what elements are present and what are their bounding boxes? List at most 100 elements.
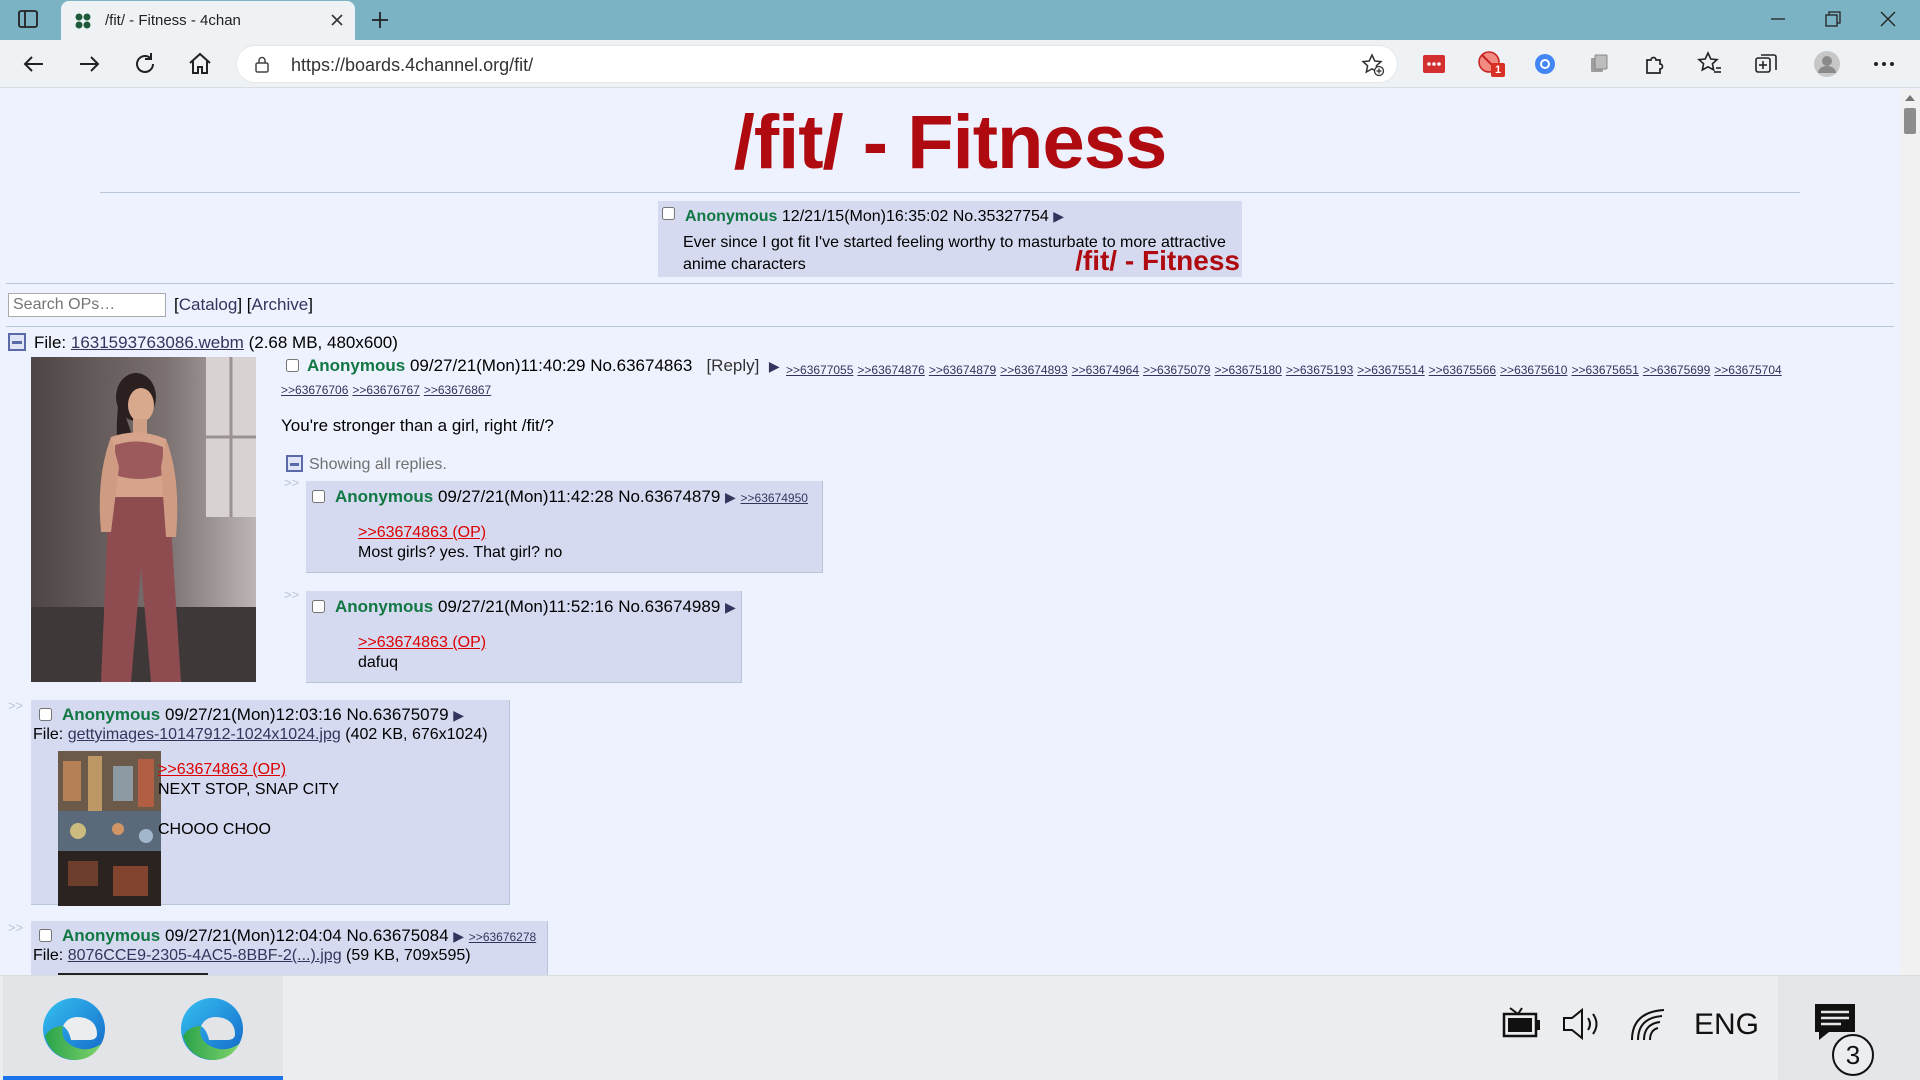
post-date: 09/27/21(Mon)11:40:29 <box>409 356 586 375</box>
volume-icon[interactable] <box>1560 1006 1604 1042</box>
backlink[interactable]: >>63675079 <box>1143 363 1210 377</box>
back-icon[interactable] <box>20 50 48 78</box>
reply-file-link[interactable]: gettyimages-10147912-1024x1024.jpg <box>68 726 341 743</box>
taskbar-edge-window-2[interactable] <box>141 976 283 1080</box>
post-number[interactable]: No.63674863 <box>590 356 692 375</box>
backlink[interactable]: >>63674950 <box>741 491 808 505</box>
post-menu-icon[interactable]: ▶ <box>725 599 736 615</box>
reply-checkbox[interactable] <box>312 600 325 613</box>
active-tab[interactable]: /fit/ - Fitness - 4chan <box>61 1 355 40</box>
tab-actions-icon[interactable] <box>17 8 41 32</box>
backlink[interactable]: >>63676706 <box>281 383 348 397</box>
favorites-icon[interactable] <box>1696 50 1724 78</box>
backlink[interactable]: >>63674879 <box>929 363 996 377</box>
collections-icon[interactable] <box>1752 50 1780 78</box>
backlink[interactable]: >>63674964 <box>1072 363 1139 377</box>
poster-name: Anonymous <box>685 208 778 225</box>
restore-button[interactable] <box>1810 6 1856 34</box>
page-scrollbar[interactable] <box>1900 89 1920 975</box>
backlink[interactable]: >>63675193 <box>1286 363 1353 377</box>
op-thumbnail-image[interactable] <box>31 357 256 682</box>
backlink[interactable]: >>63675514 <box>1357 363 1424 377</box>
backlink[interactable]: >>63675651 <box>1571 363 1638 377</box>
extensions-puzzle-icon[interactable] <box>1641 50 1669 78</box>
post-number[interactable]: No.35327754 <box>953 208 1049 225</box>
scroll-up-icon[interactable] <box>1904 93 1916 103</box>
add-favorite-icon[interactable] <box>1361 53 1385 77</box>
backlink[interactable]: >>63674893 <box>1000 363 1067 377</box>
forward-icon[interactable] <box>75 50 103 78</box>
reply-checkbox[interactable] <box>39 708 52 721</box>
wifi-icon[interactable] <box>1628 1006 1668 1042</box>
clover-favicon-icon <box>75 13 91 29</box>
post-date: 09/27/21(Mon)11:42:28 <box>437 487 614 506</box>
lock-icon[interactable] <box>253 55 271 73</box>
catalog-link[interactable]: Catalog <box>179 295 238 314</box>
search-ops-input[interactable] <box>8 293 166 317</box>
op-checkbox[interactable] <box>286 359 299 372</box>
minimize-button[interactable] <box>1755 6 1801 34</box>
post-date: 12/21/15(Mon)16:35:02 <box>781 208 949 225</box>
post-menu-icon[interactable]: ▶ <box>769 358 780 374</box>
reply-link[interactable]: [Reply] <box>706 356 759 375</box>
backlink[interactable]: >>63675704 <box>1714 363 1781 377</box>
password-manager-extension-icon[interactable] <box>1420 50 1448 78</box>
record-extension-icon[interactable] <box>1531 50 1559 78</box>
address-bar[interactable]: https://boards.4channel.org/fit/ <box>236 45 1398 83</box>
url-text[interactable]: https://boards.4channel.org/fit/ <box>291 55 533 76</box>
backlink[interactable]: >>63674876 <box>857 363 924 377</box>
post-menu-icon[interactable]: ▶ <box>725 489 736 505</box>
archive-link[interactable]: Archive <box>252 295 309 314</box>
backlink[interactable]: >>63675566 <box>1429 363 1496 377</box>
reply-checkbox[interactable] <box>312 490 325 503</box>
backlink[interactable]: >>63675699 <box>1643 363 1710 377</box>
scroll-thumb[interactable] <box>1904 108 1916 134</box>
refresh-icon[interactable] <box>131 50 159 78</box>
post-number[interactable]: No.63675084 <box>346 926 448 945</box>
banner-post-checkbox[interactable] <box>662 207 675 220</box>
op-quote-link[interactable]: >>63674863 (OP) <box>158 761 286 778</box>
backlink[interactable]: >>63676867 <box>424 383 491 397</box>
backlink[interactable]: >>63675180 <box>1214 363 1281 377</box>
taskbar-edge-window-1[interactable] <box>3 976 145 1080</box>
reply-file-link[interactable]: 8076CCE9-2305-4AC5-8BBF-2(...).jpg <box>68 947 342 964</box>
hide-thread-icon[interactable] <box>8 333 26 351</box>
reply-body: >>63674863 (OP) NEXT STOP, SNAP CITY CHO… <box>158 760 339 840</box>
post-number[interactable]: No.63675079 <box>346 705 448 724</box>
op-quote-link[interactable]: >>63674863 (OP) <box>358 524 486 541</box>
op-file-link[interactable]: 1631593763086.webm <box>71 333 244 352</box>
backlink[interactable]: >>63675610 <box>1500 363 1567 377</box>
divider <box>100 192 1800 193</box>
new-tab-icon[interactable] <box>368 8 392 32</box>
showing-replies-toggle[interactable]: Showing all replies. <box>286 455 447 474</box>
op-comment: You're stronger than a girl, right /fit/… <box>281 416 554 435</box>
reply-thumbnail-image[interactable] <box>58 751 161 906</box>
reply-checkbox[interactable] <box>39 929 52 942</box>
collections-extension-icon[interactable] <box>1586 50 1614 78</box>
adblock-extension-icon[interactable]: 1 <box>1476 50 1505 78</box>
reply-text: Most girls? yes. That girl? no <box>358 544 563 561</box>
post-menu-icon[interactable]: ▶ <box>453 928 464 944</box>
language-indicator[interactable]: ENG <box>1694 1008 1759 1042</box>
backlink[interactable]: >>63676278 <box>469 930 536 944</box>
post-number[interactable]: No.63674989 <box>618 597 720 616</box>
collapse-replies-icon[interactable] <box>286 455 303 472</box>
close-window-button[interactable] <box>1865 6 1911 34</box>
home-icon[interactable] <box>186 50 214 78</box>
post-menu-icon[interactable]: ▶ <box>1053 208 1064 224</box>
backlink[interactable]: >>63677055 <box>786 363 853 377</box>
banner-post-header: Anonymous 12/21/15(Mon)16:35:02 No.35327… <box>685 208 1064 226</box>
more-menu-icon[interactable] <box>1870 50 1898 78</box>
post-number[interactable]: No.63674879 <box>618 487 720 506</box>
close-tab-icon[interactable] <box>327 10 347 30</box>
reply-file-info: File: gettyimages-10147912-1024x1024.jpg… <box>33 726 488 743</box>
battery-icon[interactable] <box>1500 1006 1542 1042</box>
reply-arrow-marker: >> <box>284 475 300 490</box>
reply-header: Anonymous 09/27/21(Mon)11:52:16 No.63674… <box>312 597 736 617</box>
reply-arrow-marker: >> <box>284 587 300 602</box>
op-quote-link[interactable]: >>63674863 (OP) <box>358 634 486 651</box>
page-content: /fit/ - Fitness Anonymous 12/21/15(Mon)1… <box>0 89 1900 975</box>
profile-avatar-icon[interactable] <box>1813 50 1841 78</box>
backlink[interactable]: >>63676767 <box>352 383 419 397</box>
post-menu-icon[interactable]: ▶ <box>453 707 464 723</box>
